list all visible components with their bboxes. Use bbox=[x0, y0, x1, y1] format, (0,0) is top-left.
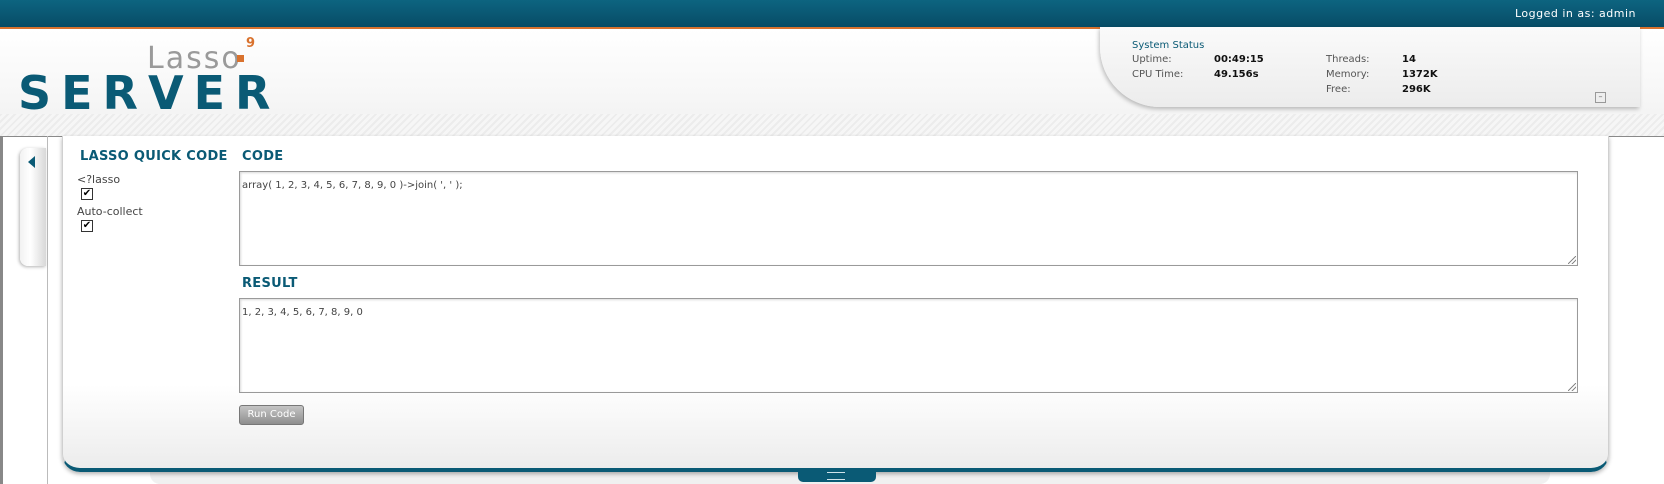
system-status-title: System Status bbox=[1132, 40, 1205, 51]
free-value: 296K bbox=[1402, 84, 1431, 95]
auto-collect-label: Auto-collect bbox=[77, 205, 143, 218]
code-textarea[interactable]: array( 1, 2, 3, 4, 5, 6, 7, 8, 9, 0 )->j… bbox=[239, 171, 1578, 266]
system-status-panel bbox=[1100, 27, 1640, 107]
resize-handle-icon[interactable] bbox=[1568, 383, 1576, 391]
uptime-value: 00:49:15 bbox=[1214, 54, 1264, 65]
left-divider bbox=[47, 136, 48, 484]
logged-in-text: Logged in as: admin bbox=[1514, 7, 1636, 20]
top-bar: Logged in as: admin bbox=[0, 0, 1664, 29]
minimize-icon[interactable]: – bbox=[1595, 92, 1606, 103]
auto-collect-checkbox[interactable]: ✔ bbox=[81, 220, 93, 232]
result-title: RESULT bbox=[242, 276, 298, 291]
run-code-button[interactable]: Run Code bbox=[239, 405, 304, 425]
result-textarea[interactable]: 1, 2, 3, 4, 5, 6, 7, 8, 9, 0 bbox=[239, 298, 1578, 393]
logo-server-text: SERVER bbox=[18, 66, 281, 120]
chevron-left-icon bbox=[28, 156, 35, 168]
free-label: Free: bbox=[1326, 84, 1351, 95]
memory-value: 1372K bbox=[1402, 69, 1438, 80]
cpu-time-label: CPU Time: bbox=[1132, 69, 1184, 80]
quick-code-title: LASSO QUICK CODE bbox=[80, 149, 228, 164]
grip-icon bbox=[827, 472, 845, 480]
panel-collapse-handle[interactable] bbox=[798, 468, 876, 482]
cpu-time-value: 49.156s bbox=[1214, 69, 1259, 80]
uptime-label: Uptime: bbox=[1132, 54, 1172, 65]
memory-label: Memory: bbox=[1326, 69, 1370, 80]
header: Lasso 9 SERVER System Status Uptime: 00:… bbox=[0, 27, 1664, 137]
lasso-tag-checkbox[interactable]: ✔ bbox=[81, 188, 93, 200]
logo-version: 9 bbox=[246, 36, 256, 51]
code-text: array( 1, 2, 3, 4, 5, 6, 7, 8, 9, 0 )->j… bbox=[242, 180, 463, 191]
result-text: 1, 2, 3, 4, 5, 6, 7, 8, 9, 0 bbox=[242, 307, 363, 318]
code-title: CODE bbox=[242, 149, 284, 164]
resize-handle-icon[interactable] bbox=[1568, 256, 1576, 264]
logo-dot bbox=[237, 55, 244, 62]
left-rail bbox=[0, 136, 3, 484]
threads-value: 14 bbox=[1402, 54, 1416, 65]
sidebar-toggle-tab[interactable] bbox=[20, 148, 46, 266]
threads-label: Threads: bbox=[1326, 54, 1370, 65]
lasso-tag-label: <?lasso bbox=[77, 173, 121, 186]
